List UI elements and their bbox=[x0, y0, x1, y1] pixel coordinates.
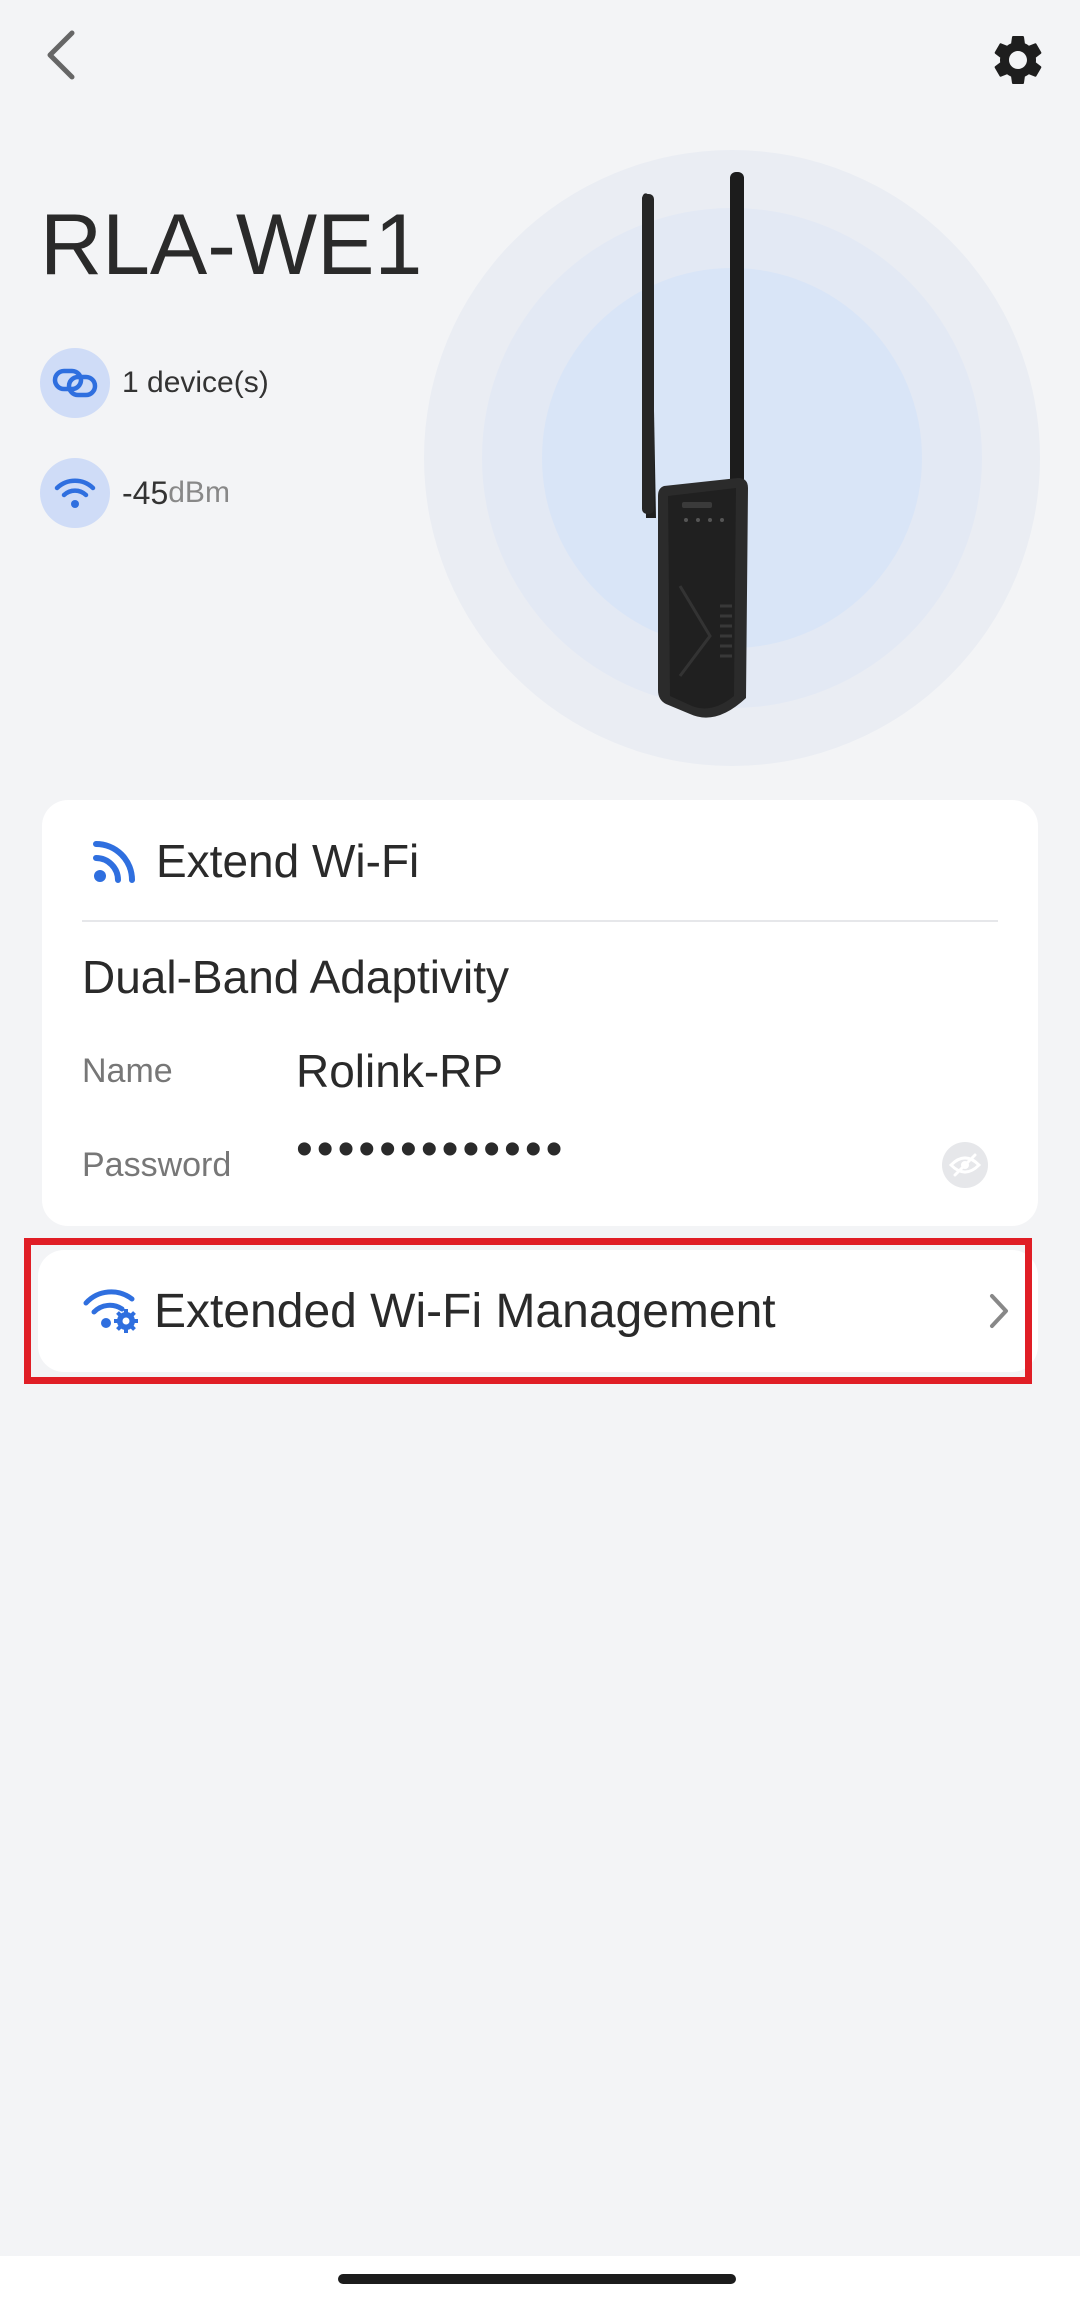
eye-off-icon bbox=[949, 1153, 981, 1177]
signal-unit: dBm bbox=[168, 476, 230, 509]
signal-value: -45 bbox=[122, 474, 169, 511]
chevron-right-icon bbox=[990, 1294, 1008, 1328]
password-value: ••••••••••••• bbox=[296, 1123, 567, 1176]
wifi-gear-icon bbox=[83, 1289, 138, 1333]
password-label: Password bbox=[82, 1146, 232, 1184]
network-name-value: Rolink-RP bbox=[296, 1045, 504, 1097]
wifi-icon bbox=[54, 478, 96, 508]
chevron-left-icon bbox=[47, 30, 75, 80]
band-mode-text: Dual-Band Adaptivity bbox=[82, 951, 510, 1003]
connected-devices-stat: 1 device(s) bbox=[40, 348, 269, 418]
link-icon bbox=[52, 368, 98, 398]
devices-badge bbox=[40, 348, 110, 418]
card-divider bbox=[82, 920, 998, 922]
toggle-password-visibility-button[interactable] bbox=[942, 1142, 988, 1188]
extended-wifi-management-title: Extended Wi-Fi Management bbox=[154, 1284, 776, 1338]
signal-badge bbox=[40, 458, 110, 528]
rss-icon bbox=[93, 841, 135, 883]
devices-count-text: 1 device(s) bbox=[122, 366, 269, 399]
gear-icon bbox=[994, 35, 1042, 84]
extend-wifi-header: Extend Wi-Fi bbox=[92, 830, 419, 892]
extend-wifi-title: Extend Wi-Fi bbox=[156, 835, 420, 887]
back-button[interactable] bbox=[36, 24, 86, 86]
settings-button[interactable] bbox=[982, 24, 1054, 96]
extender-product-image bbox=[642, 172, 748, 718]
home-indicator[interactable] bbox=[338, 2274, 736, 2284]
extended-wifi-management-row[interactable]: Extended Wi-Fi Management bbox=[38, 1250, 1038, 1372]
device-title: RLA-WE1 bbox=[40, 197, 423, 293]
extend-wifi-card: Extend Wi-Fi Dual-Band Adaptivity Name R… bbox=[42, 800, 1038, 1226]
signal-strength-stat: -45 dBm bbox=[40, 458, 230, 528]
name-label: Name bbox=[82, 1052, 173, 1090]
manage-row-content: Extended Wi-Fi Management bbox=[82, 1250, 776, 1372]
